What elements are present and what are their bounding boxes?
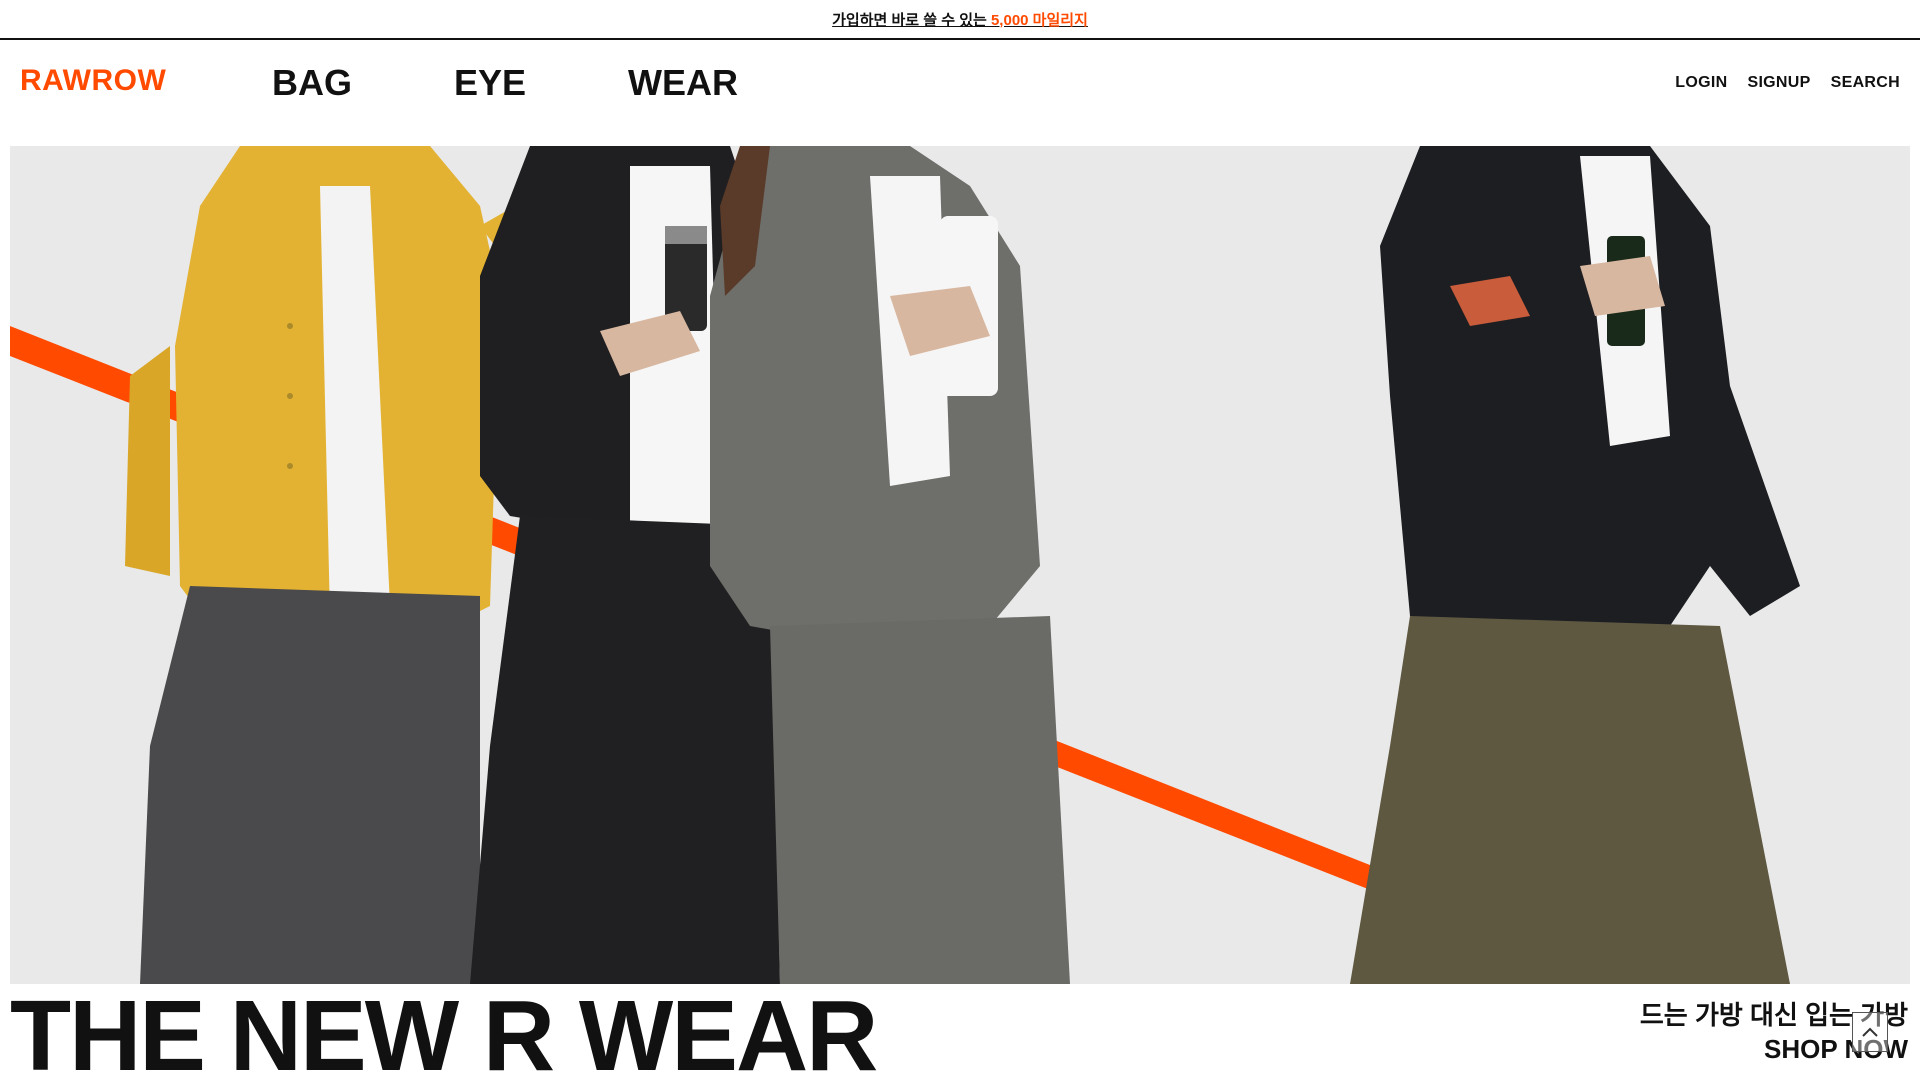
hero-headline: THE NEW R WEAR bbox=[10, 980, 878, 1080]
nav-item-wear[interactable]: WEAR bbox=[628, 62, 738, 104]
main-nav: BAG EYE WEAR bbox=[272, 62, 738, 104]
scroll-top-button[interactable] bbox=[1852, 1012, 1888, 1052]
brand-logo[interactable]: RAWROW bbox=[20, 64, 166, 98]
nav-item-eye[interactable]: EYE bbox=[454, 62, 526, 104]
site-header: RAWROW BAG EYE WEAR LOGIN SIGNUP SEARCH bbox=[0, 42, 1920, 146]
promo-link[interactable]: 가입하면 바로 쓸 수 있는 5,000 마일리지 bbox=[832, 9, 1088, 30]
hero-banner[interactable] bbox=[10, 146, 1910, 984]
nav-item-bag[interactable]: BAG bbox=[272, 62, 352, 104]
promo-text: 가입하면 바로 쓸 수 있는 bbox=[832, 11, 991, 29]
utility-menu: LOGIN SIGNUP SEARCH bbox=[1675, 74, 1900, 92]
search-link[interactable]: SEARCH bbox=[1831, 74, 1900, 92]
model-olive-pants bbox=[1350, 146, 1800, 984]
hero-image bbox=[10, 146, 1800, 984]
chevron-up-icon bbox=[1862, 1027, 1878, 1037]
promo-bar: 가입하면 바로 쓸 수 있는 5,000 마일리지 bbox=[0, 0, 1920, 40]
signup-link[interactable]: SIGNUP bbox=[1747, 74, 1810, 92]
login-link[interactable]: LOGIN bbox=[1675, 74, 1727, 92]
promo-highlight: 5,000 마일리지 bbox=[990, 11, 1088, 29]
